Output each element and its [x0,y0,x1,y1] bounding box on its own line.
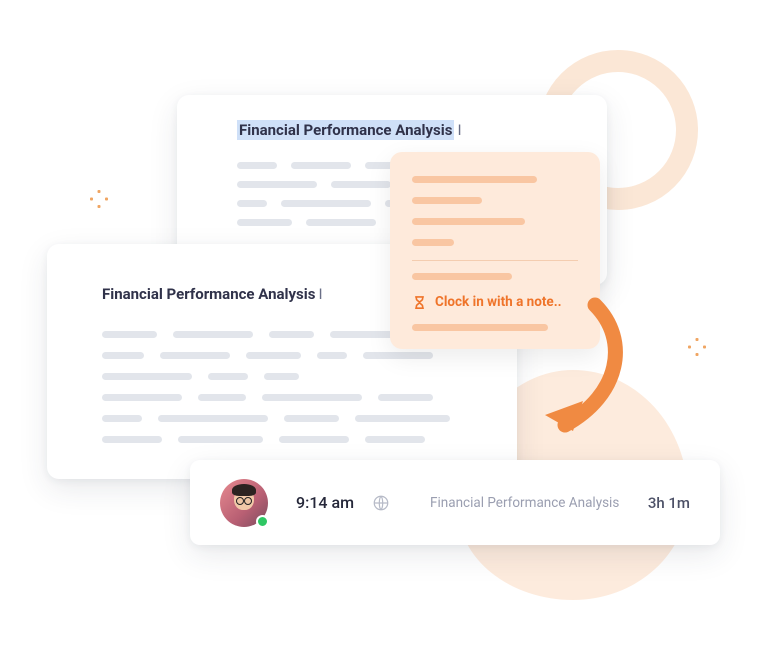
sparkle-icon [688,338,706,356]
text-cursor-icon: I [318,285,322,303]
timesheet-entry-row[interactable]: 9:14 am Financial Performance Analysis 3… [190,460,720,545]
menu-item-placeholder[interactable] [412,176,537,183]
menu-item-label: Clock in with a note.. [435,294,562,310]
hourglass-icon [412,295,427,310]
menu-item-placeholder[interactable] [412,324,548,331]
context-menu-popup: Clock in with a note.. [390,152,600,349]
online-status-dot [256,515,269,528]
sparkle-icon [90,190,108,208]
document-title-highlighted[interactable]: Financial Performance Analysis [237,120,454,140]
menu-item-placeholder[interactable] [412,197,482,204]
menu-item-placeholder[interactable] [412,218,525,225]
clock-in-with-note-menu-item[interactable]: Clock in with a note.. [412,294,578,310]
menu-divider [412,260,578,261]
entry-duration: 3h 1m [648,494,690,512]
entry-note: Financial Performance Analysis [430,495,648,511]
entry-start-time: 9:14 am [296,493,354,512]
text-cursor-icon: I [457,121,461,139]
menu-item-placeholder[interactable] [412,239,454,246]
menu-item-placeholder[interactable] [412,273,512,280]
document-title: Financial Performance Analysis [102,285,315,303]
user-avatar[interactable] [220,479,268,527]
timezone-icon[interactable] [372,494,390,512]
